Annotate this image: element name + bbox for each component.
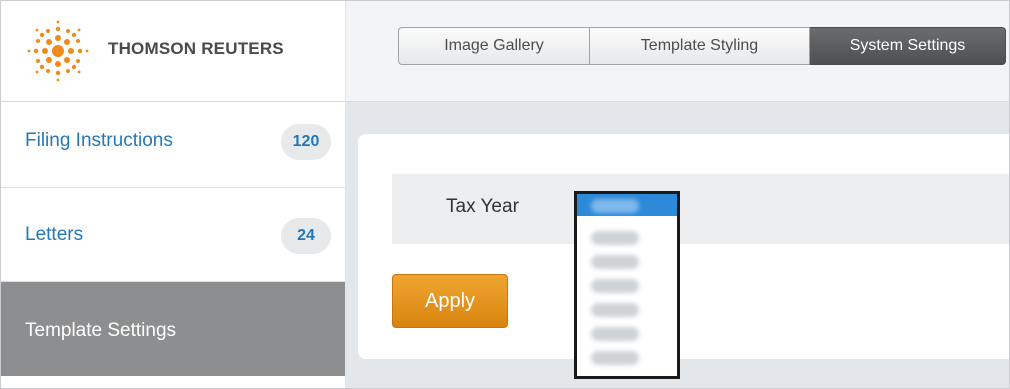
sidebar-item-filing-instructions[interactable]: Filing Instructions 120 (1, 102, 345, 188)
obscured-option-text (591, 231, 639, 245)
settings-panel: Tax Year Apply (358, 134, 1009, 359)
sidebar-item-letters[interactable]: Letters 24 (1, 188, 345, 282)
count-badge: 120 (281, 124, 331, 160)
app-window: THOMSON REUTERS Image Gallery Template S… (0, 0, 1010, 389)
dropdown-option[interactable] (577, 298, 677, 320)
top-tabs: Image Gallery Template Styling System Se… (398, 27, 1006, 67)
obscured-option-text (591, 303, 639, 317)
sidebar-item-label: Filing Instructions (25, 130, 173, 151)
dropdown-option[interactable] (577, 322, 677, 344)
count-badge: 24 (281, 218, 331, 254)
dropdown-option[interactable] (577, 346, 677, 368)
sidebar-item-template-settings[interactable]: Template Settings (1, 282, 345, 376)
dropdown-option[interactable] (577, 250, 677, 272)
tax-year-dropdown-list[interactable] (574, 191, 680, 379)
tab-template-styling[interactable]: Template Styling (590, 27, 810, 65)
brand-name: THOMSON REUTERS (108, 39, 284, 58)
tab-image-gallery[interactable]: Image Gallery (398, 27, 590, 65)
apply-button[interactable]: Apply (392, 274, 508, 328)
sidebar-item-label: Letters (25, 224, 84, 245)
dropdown-option[interactable] (577, 274, 677, 296)
tax-year-row: Tax Year (392, 174, 1009, 244)
obscured-option-text (591, 255, 639, 269)
tab-system-settings[interactable]: System Settings (810, 27, 1006, 65)
sidebar-item-label: Template Settings (25, 320, 177, 341)
obscured-option-text (591, 327, 639, 341)
thomson-reuters-logo-icon (27, 20, 89, 82)
obscured-option-text (591, 351, 639, 365)
obscured-option-text (591, 199, 639, 213)
dropdown-option[interactable] (577, 226, 677, 248)
brand-logo-area[interactable]: THOMSON REUTERS (1, 1, 346, 101)
sidebar: Filing Instructions 120 Letters 24 Templ… (1, 102, 346, 388)
tax-year-label: Tax Year (446, 196, 519, 217)
top-header: THOMSON REUTERS Image Gallery Template S… (1, 1, 1009, 102)
dropdown-option-selected[interactable] (577, 194, 677, 216)
obscured-option-text (591, 279, 639, 293)
